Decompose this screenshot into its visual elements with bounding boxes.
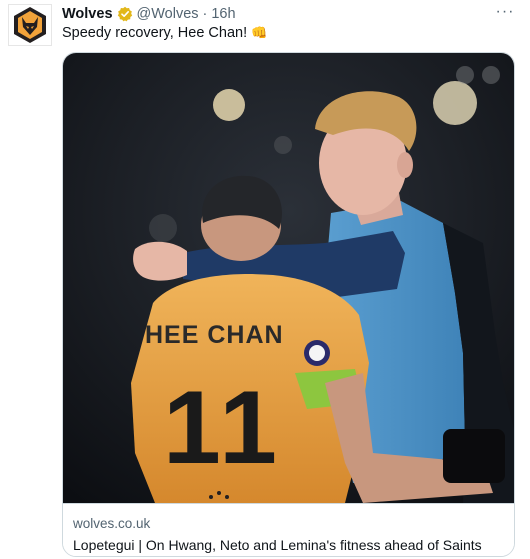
- avatar[interactable]: [8, 4, 52, 46]
- tweet-text: Speedy recovery, Hee Chan! 👊: [62, 24, 267, 42]
- link-card[interactable]: HEE CHAN 11 wolves.co.uk Lopetegui | On …: [62, 52, 515, 557]
- verified-badge-icon: [117, 6, 132, 22]
- players-photo: HEE CHAN 11: [63, 53, 514, 503]
- card-meta[interactable]: wolves.co.uk Lopetegui | On Hwang, Neto …: [63, 503, 514, 556]
- tweet-timestamp[interactable]: 16h: [211, 6, 235, 22]
- tweet-text-body: Speedy recovery, Hee Chan!: [62, 25, 248, 41]
- shirt-name: HEE CHAN: [145, 321, 284, 349]
- tweet[interactable]: Wolves @Wolves · 16h ··· Speedy recovery…: [0, 0, 530, 559]
- author-name[interactable]: Wolves: [62, 6, 113, 22]
- author-handle[interactable]: @Wolves: [137, 6, 199, 22]
- separator-dot: ·: [202, 6, 208, 22]
- card-domain[interactable]: wolves.co.uk: [73, 516, 150, 531]
- card-title[interactable]: Lopetegui | On Hwang, Neto and Lemina's …: [73, 537, 482, 553]
- more-horizontal-icon[interactable]: ···: [494, 2, 516, 22]
- card-image[interactable]: HEE CHAN 11: [63, 53, 514, 503]
- tweet-header: Wolves @Wolves · 16h: [62, 4, 236, 24]
- shirt-number: 11: [163, 370, 281, 486]
- wolves-crest-icon: [14, 7, 46, 43]
- fist-emoji: 👊: [251, 25, 268, 40]
